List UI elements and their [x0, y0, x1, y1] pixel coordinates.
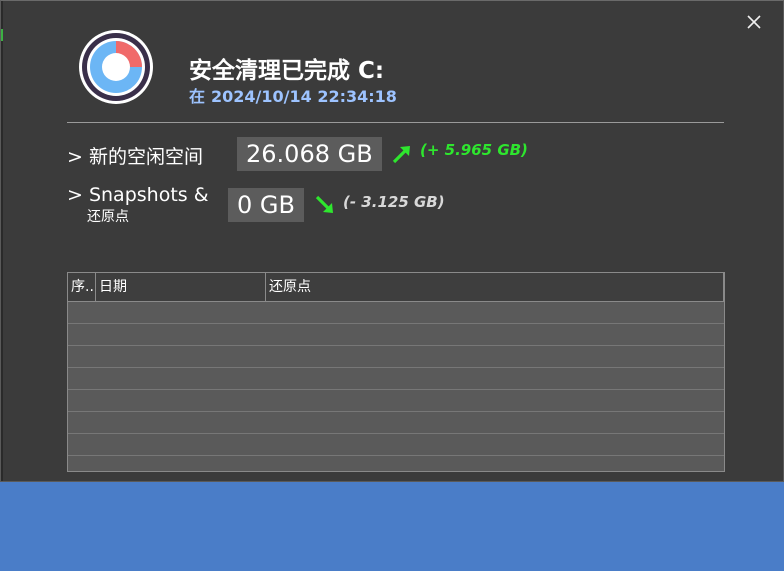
snapshots-delta: (- 3.125 GB) [343, 193, 445, 211]
timestamp-prefix: 在 [189, 87, 206, 106]
snapshots-label-sub: 还原点 [87, 209, 129, 225]
snapshots-label-main: > Snapshots & [67, 184, 209, 206]
table-row[interactable] [68, 456, 724, 471]
table-row[interactable] [68, 390, 724, 412]
table-row[interactable] [68, 346, 724, 368]
timestamp-value: 2024/10/14 22:34:18 [211, 87, 397, 106]
column-header-index[interactable]: 序.. [68, 273, 96, 301]
close-button[interactable] [743, 11, 765, 33]
close-icon [747, 15, 761, 29]
page-title: 安全清理已完成 C: [189, 58, 385, 84]
table-row[interactable] [68, 412, 724, 434]
table-row[interactable] [68, 302, 724, 324]
table-row[interactable] [68, 434, 724, 456]
window-accent [1, 29, 3, 41]
completion-timestamp: 在 2024/10/14 22:34:18 [189, 83, 403, 107]
column-header-date[interactable]: 日期 [96, 273, 266, 301]
cleanup-result-window: 安全清理已完成 C: 在 2024/10/14 22:34:18 > 新的空闲空间… [0, 0, 784, 482]
table-row[interactable] [68, 324, 724, 346]
window-edge [1, 1, 3, 481]
restore-points-table[interactable]: 序.. 日期 还原点 [67, 272, 725, 472]
header-divider [67, 122, 724, 123]
free-space-delta: (+ 5.965 GB) [420, 141, 528, 159]
snapshots-label: > Snapshots & 还原点 [67, 184, 209, 226]
snapshots-value: 0 GB [228, 188, 304, 222]
free-space-label: > 新的空闲空间 [67, 146, 203, 168]
column-header-restore-point[interactable]: 还原点 [266, 273, 724, 301]
app-logo-icon [79, 30, 153, 104]
arrow-up-right-icon [392, 146, 410, 164]
table-header: 序.. 日期 还原点 [68, 273, 724, 302]
arrow-down-right-icon [315, 195, 333, 213]
free-space-value: 26.068 GB [237, 137, 382, 171]
table-row[interactable] [68, 368, 724, 390]
